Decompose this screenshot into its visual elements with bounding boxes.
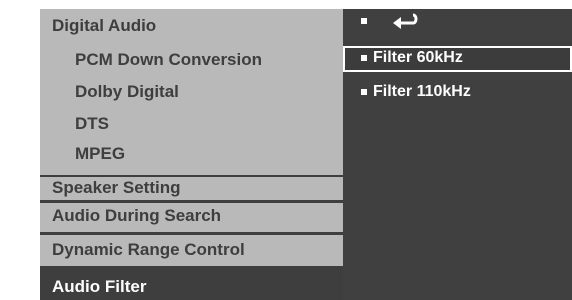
return-option[interactable] <box>343 9 572 35</box>
bullet-icon <box>361 55 367 61</box>
audio-during-search-label: Audio During Search <box>52 206 222 225</box>
menu-item-speaker-setting[interactable]: Speaker Setting <box>40 175 343 200</box>
option-filter-60khz-label: Filter 60kHz <box>373 49 463 66</box>
digital-audio-label: Digital Audio <box>52 16 157 35</box>
bullet-icon <box>361 18 367 24</box>
menu-item-audio-filter[interactable]: Audio Filter <box>40 272 343 300</box>
setup-menu-screen: Digital Audio PCM Down Conversion Dolby … <box>40 9 572 300</box>
digital-audio-group[interactable]: Digital Audio PCM Down Conversion Dolby … <box>40 9 343 175</box>
return-arrow-icon <box>393 13 418 29</box>
bullet-icon <box>361 89 367 95</box>
option-filter-110khz[interactable]: Filter 110kHz <box>343 80 572 106</box>
menu-item-pcm-down-conversion[interactable]: PCM Down Conversion <box>75 50 262 70</box>
dynamic-range-control-label: Dynamic Range Control <box>52 240 245 259</box>
menu-item-dts[interactable]: DTS <box>75 114 109 134</box>
menu-item-audio-during-search[interactable]: Audio During Search <box>40 203 343 232</box>
menu-item-mpeg[interactable]: MPEG <box>75 144 125 164</box>
menu-item-dynamic-range-control[interactable]: Dynamic Range Control <box>40 235 343 266</box>
speaker-setting-label: Speaker Setting <box>52 178 181 197</box>
menu-item-dolby-digital[interactable]: Dolby Digital <box>75 82 179 102</box>
option-filter-110khz-label: Filter 110kHz <box>373 83 471 100</box>
audio-settings-menu: Digital Audio PCM Down Conversion Dolby … <box>40 9 343 300</box>
option-filter-60khz[interactable]: Filter 60kHz <box>343 46 572 72</box>
audio-filter-options-panel: Filter 60kHz Filter 110kHz <box>343 9 572 300</box>
audio-filter-label: Audio Filter <box>52 277 147 296</box>
